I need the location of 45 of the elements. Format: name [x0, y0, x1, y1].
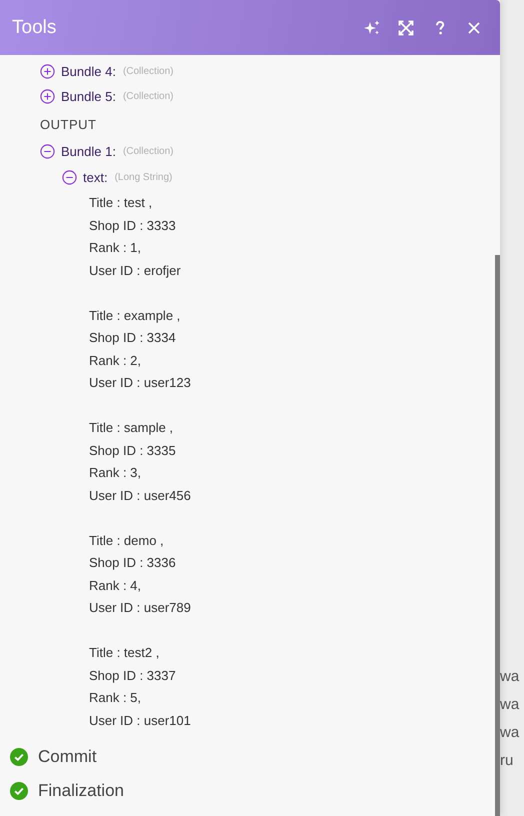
- text-line: Shop ID : 3336: [89, 554, 177, 572]
- text-line: User ID : user789: [89, 599, 192, 617]
- log-text: wa: [500, 667, 520, 687]
- item-label[interactable]: Bundle 5:: [61, 89, 116, 104]
- text-line: Title : test ,: [89, 194, 154, 212]
- item-label[interactable]: text:: [83, 170, 108, 185]
- log-text: wa: [500, 695, 520, 715]
- text-line: Title : test2 ,: [89, 644, 160, 662]
- text-line: User ID : user456: [89, 486, 192, 504]
- panel-title: Tools: [12, 16, 56, 38]
- log-text: ru: [500, 751, 514, 771]
- type-label: (Long String): [114, 172, 172, 183]
- collapse-icon[interactable]: [62, 170, 77, 185]
- expand-icon[interactable]: [40, 64, 55, 79]
- text-line: Title : sample ,: [89, 419, 174, 437]
- collapse-icon[interactable]: [40, 144, 55, 158]
- expand-icon: [398, 20, 414, 36]
- text-line: Rank : 2,: [89, 352, 142, 370]
- section-heading: OUTPUT: [39, 117, 98, 134]
- text-line: Rank : 4,: [89, 576, 142, 594]
- item-label[interactable]: Bundle 4:: [61, 64, 116, 79]
- text-line: Title : demo ,: [89, 532, 165, 550]
- close-icon: [466, 20, 482, 36]
- text-line: Rank : 5,: [89, 689, 142, 707]
- step-label: Commit: [38, 747, 97, 767]
- log-text: wa: [500, 723, 520, 743]
- expand-icon[interactable]: [40, 89, 55, 104]
- step-label: Finalization: [38, 781, 124, 801]
- type-label: (Collection): [122, 66, 174, 77]
- item-label[interactable]: Bundle 1:: [61, 144, 116, 158]
- text-line: User ID : user123: [89, 374, 192, 392]
- text-line: Shop ID : 3335: [89, 442, 177, 460]
- scrollbar[interactable]: [495, 255, 500, 816]
- type-label: (Collection): [122, 146, 174, 156]
- text-line: Shop ID : 3337: [89, 666, 177, 685]
- text-line: Rank : 3,: [89, 464, 142, 482]
- text-line: User ID : erofjer: [89, 262, 182, 280]
- sparkle-icon: [364, 20, 380, 36]
- text-line: Shop ID : 3333: [89, 216, 177, 235]
- text-line: Rank : 1,: [89, 239, 142, 257]
- expand-button[interactable]: [396, 18, 416, 38]
- type-label: (Collection): [122, 91, 174, 102]
- text-line: Title : example ,: [89, 306, 182, 325]
- text-line: User ID : user101: [89, 712, 192, 730]
- text-line: Shop ID : 3334: [89, 329, 177, 347]
